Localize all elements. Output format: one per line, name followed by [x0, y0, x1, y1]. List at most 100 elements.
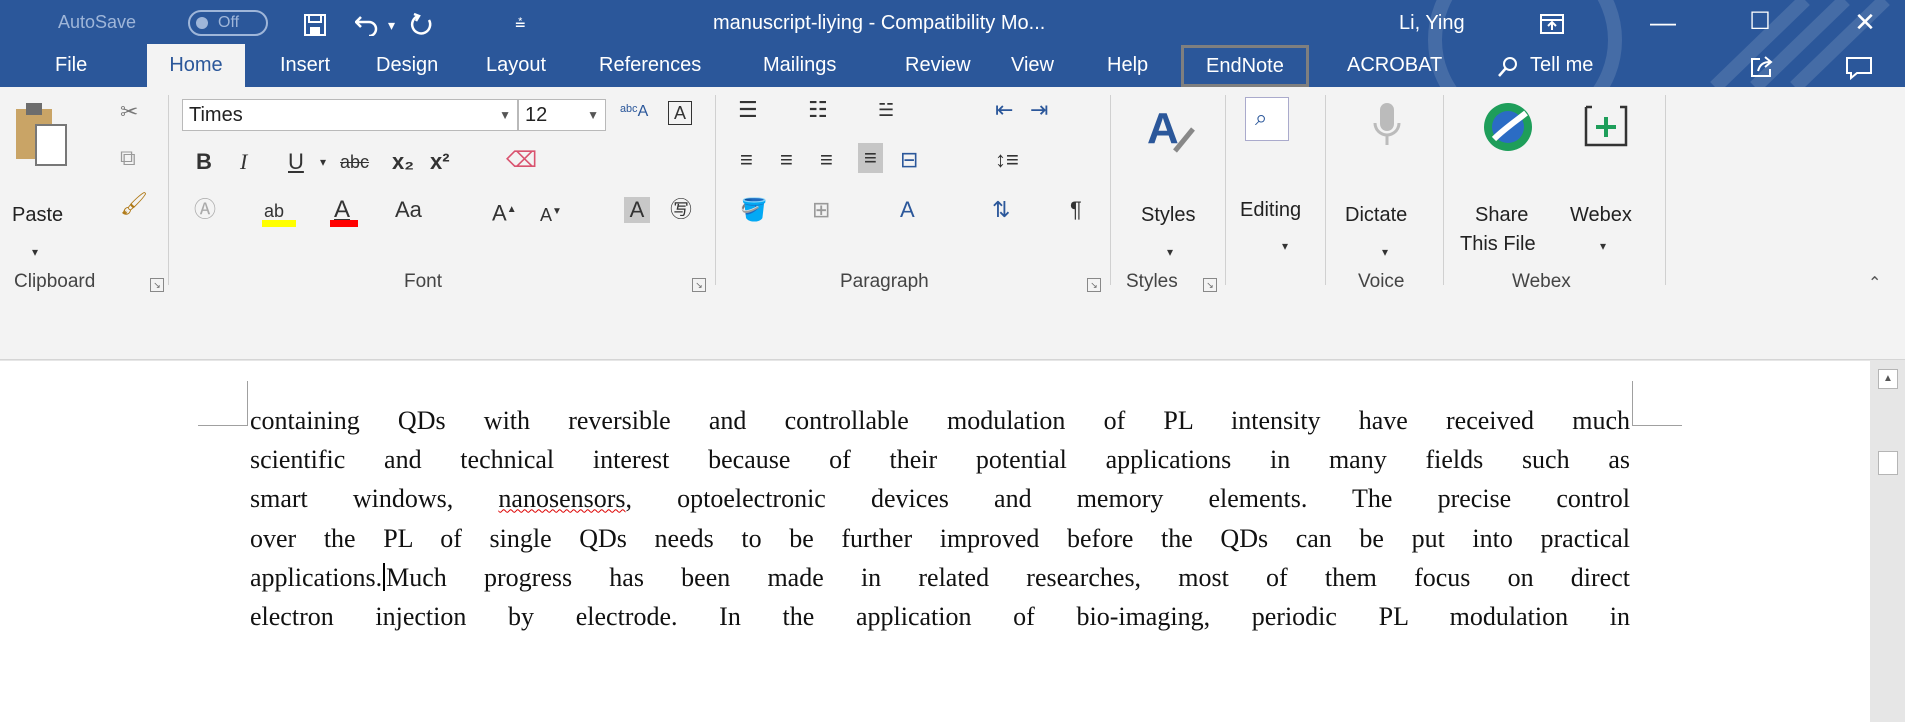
tab-file[interactable]: File — [55, 44, 87, 87]
align-center-icon[interactable]: ≡ — [780, 147, 793, 173]
underline-dropdown-icon[interactable]: ▾ — [320, 149, 326, 175]
styles-launcher-icon[interactable]: ↘ — [1203, 278, 1217, 292]
share-this-file-icon[interactable] — [1480, 99, 1536, 155]
find-icon: ⌕ — [1255, 105, 1268, 130]
paste-label[interactable]: Paste — [12, 204, 63, 227]
cut-icon[interactable]: ✂ — [120, 99, 138, 125]
decrease-indent-icon[interactable]: ⇤ — [995, 97, 1013, 123]
webex-label[interactable]: Webex — [1570, 204, 1632, 227]
clipboard-launcher-icon[interactable]: ↘ — [150, 278, 164, 292]
bullets-icon[interactable]: ☰ — [738, 97, 758, 123]
font-color-icon[interactable]: A — [330, 195, 358, 227]
paste-dropdown-icon[interactable]: ▾ — [32, 239, 38, 265]
webex-add-icon[interactable] — [1580, 99, 1632, 151]
dictate-dropdown-icon[interactable]: ▾ — [1382, 239, 1388, 265]
redo-icon[interactable] — [410, 12, 434, 36]
tab-layout[interactable]: Layout — [486, 44, 546, 87]
underline-icon[interactable]: U — [288, 149, 304, 175]
ribbon-display-options-icon[interactable] — [1540, 14, 1564, 34]
font-size-dropdown[interactable]: 12 ▼ — [518, 99, 606, 131]
maximize-icon[interactable]: ☐ — [1735, 4, 1785, 40]
increase-indent-icon[interactable]: ⇥ — [1030, 97, 1048, 123]
borders-icon[interactable]: ⊞ — [812, 197, 830, 223]
tab-view[interactable]: View — [1011, 44, 1054, 87]
close-icon[interactable]: ✕ — [1840, 4, 1890, 40]
tab-mailings[interactable]: Mailings — [763, 44, 836, 87]
font-name-dropdown[interactable]: Times ▼ — [182, 99, 518, 131]
highlight-color-icon[interactable]: ab — [262, 197, 296, 227]
superscript-icon[interactable]: x² — [430, 149, 450, 175]
change-case-icon[interactable]: Aa — [395, 197, 422, 223]
italic-icon[interactable]: I — [240, 149, 247, 175]
share-this-file-label-2[interactable]: This File — [1460, 233, 1536, 256]
strikethrough-icon[interactable]: abc — [340, 149, 369, 175]
font-launcher-icon[interactable]: ↘ — [692, 278, 706, 292]
text-segment: , optoelectronic devices and memory elem… — [625, 484, 1630, 514]
numbering-icon[interactable]: ☷ — [808, 97, 828, 123]
comments-icon[interactable] — [1845, 56, 1873, 80]
show-formatting-icon[interactable]: ¶ — [1070, 197, 1082, 223]
sort-icon[interactable]: ⇅ — [992, 197, 1010, 223]
line-spacing-icon[interactable]: ↕≡ — [995, 147, 1019, 173]
clear-formatting-icon[interactable]: ⌫ — [506, 147, 537, 173]
undo-icon[interactable] — [355, 14, 381, 36]
align-left-icon[interactable]: ≡ — [740, 147, 753, 173]
scroll-up-icon[interactable]: ▲ — [1878, 369, 1898, 389]
webex-dropdown-icon[interactable]: ▾ — [1600, 233, 1606, 259]
copy-icon[interactable]: ⧉ — [120, 145, 136, 171]
justify-icon[interactable]: ≡ — [858, 143, 883, 173]
collapse-ribbon-icon[interactable]: ⌃ — [1868, 271, 1881, 297]
shrink-font-icon[interactable]: A▼ — [540, 199, 562, 228]
dictate-label[interactable]: Dictate — [1345, 204, 1407, 227]
grow-font-icon[interactable]: A▲ — [492, 197, 517, 226]
user-name[interactable]: Li, Ying — [1399, 12, 1465, 35]
text-segment: smart windows, — [250, 484, 499, 514]
editing-label[interactable]: Editing — [1240, 199, 1301, 222]
microphone-icon[interactable] — [1372, 101, 1402, 151]
share-icon[interactable] — [1750, 56, 1774, 78]
align-right-icon[interactable]: ≡ — [820, 147, 833, 173]
spelling-error-word[interactable]: nanosensors — [498, 484, 625, 513]
paste-icon[interactable] — [12, 101, 72, 173]
customize-toolbar-icon[interactable]: ⩮ — [515, 8, 526, 38]
tab-design[interactable]: Design — [376, 44, 438, 87]
document-page[interactable]: containing QDs with reversible and contr… — [0, 361, 1870, 722]
undo-dropdown-icon[interactable]: ▾ — [388, 10, 395, 40]
autosave-toggle[interactable]: Off — [188, 10, 268, 36]
distributed-icon[interactable]: ⊟ — [900, 147, 918, 173]
text-effects-icon[interactable]: Ⓐ — [194, 197, 216, 223]
share-this-file-label-1[interactable]: Share — [1475, 204, 1528, 227]
tab-help[interactable]: Help — [1107, 44, 1148, 87]
document-area: containing QDs with reversible and contr… — [0, 361, 1905, 722]
bold-icon[interactable]: B — [196, 149, 212, 175]
styles-dropdown-icon[interactable]: ▾ — [1167, 239, 1173, 265]
subscript-icon[interactable]: x₂ — [392, 149, 414, 175]
clear-formatting-abc-icon[interactable]: ᵃᵇᶜA — [620, 99, 648, 125]
tab-review[interactable]: Review — [905, 44, 971, 87]
format-painter-icon[interactable]: 🖌 — [120, 191, 148, 217]
styles-label[interactable]: Styles — [1141, 204, 1195, 227]
tab-acrobat[interactable]: ACROBAT — [1347, 44, 1442, 87]
document-body[interactable]: containing QDs with reversible and contr… — [250, 401, 1630, 636]
multilevel-list-icon[interactable]: ☱ — [878, 97, 894, 123]
tab-endnote[interactable]: EndNote — [1181, 45, 1309, 87]
character-border-icon[interactable]: A — [668, 101, 692, 125]
asian-layout-icon[interactable]: A — [900, 197, 915, 223]
scroll-thumb[interactable] — [1878, 451, 1898, 475]
character-shading-icon[interactable]: A — [624, 197, 650, 223]
shading-icon[interactable]: 🪣 — [740, 197, 767, 223]
document-title: manuscript-liying - Compatibility Mo... — [713, 12, 1046, 34]
vertical-scrollbar[interactable]: ▲ — [1870, 361, 1905, 722]
save-icon[interactable] — [304, 14, 326, 36]
search-icon[interactable] — [1497, 56, 1519, 78]
tab-references[interactable]: References — [599, 44, 701, 87]
autosave-label: AutoSave — [58, 12, 137, 32]
minimize-icon[interactable]: — — [1638, 4, 1688, 40]
paragraph-launcher-icon[interactable]: ↘ — [1087, 278, 1101, 292]
tab-home[interactable]: Home — [147, 44, 245, 87]
enclose-characters-icon[interactable]: ㊢ — [670, 197, 692, 223]
tell-me-search[interactable]: Tell me — [1530, 44, 1593, 86]
editing-dropdown-icon[interactable]: ▾ — [1282, 233, 1288, 259]
tab-insert[interactable]: Insert — [280, 44, 330, 87]
styles-icon[interactable]: A — [1145, 99, 1197, 159]
